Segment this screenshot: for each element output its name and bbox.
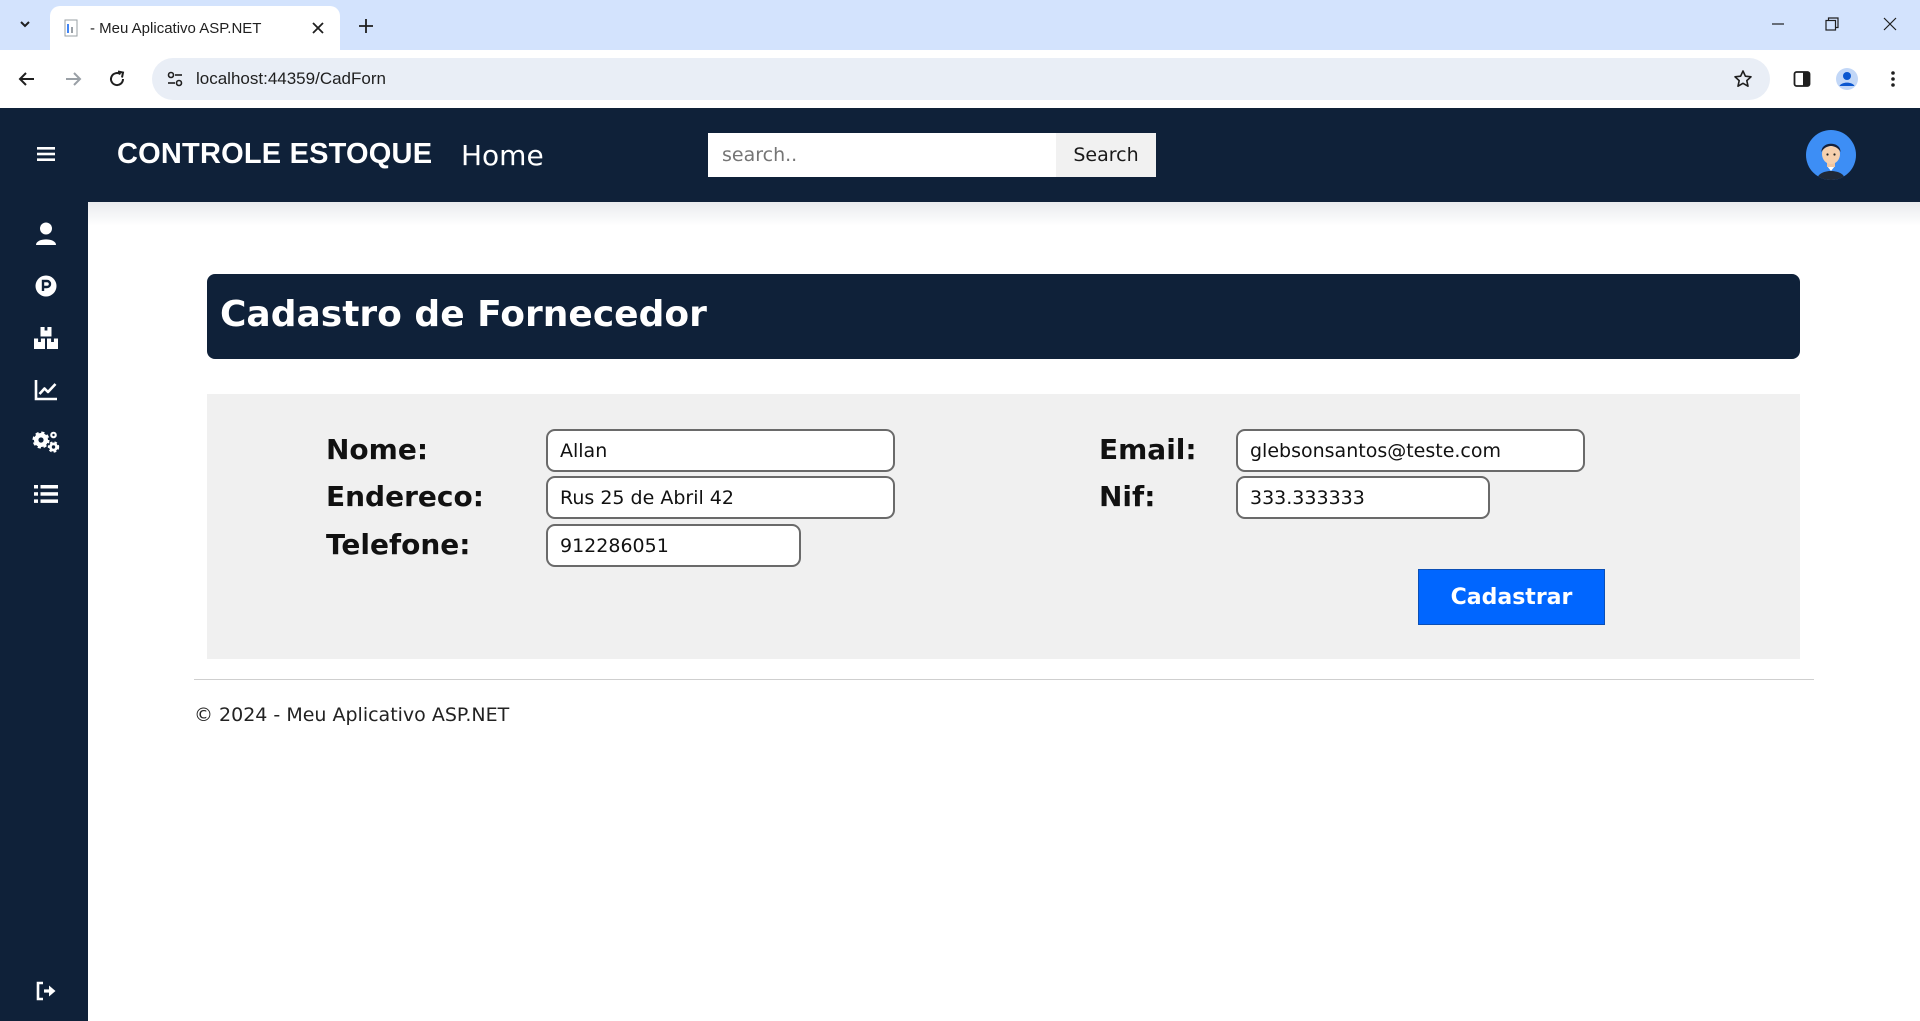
home-link[interactable]: Home bbox=[461, 139, 544, 172]
telefone-input[interactable] bbox=[546, 524, 801, 567]
page-favicon-icon bbox=[62, 19, 80, 37]
avatar[interactable] bbox=[1806, 130, 1856, 180]
url-text[interactable]: localhost:44359/CadForn bbox=[196, 69, 386, 89]
sign-out-icon[interactable] bbox=[28, 973, 64, 1009]
app-header: CONTROLE ESTOQUE Home Search bbox=[88, 108, 1920, 202]
search-button[interactable]: Search bbox=[1056, 133, 1156, 177]
minimize-window-button[interactable] bbox=[1756, 8, 1800, 40]
close-window-button[interactable] bbox=[1868, 8, 1912, 40]
sidebar bbox=[0, 108, 88, 1021]
browser-toolbar: localhost:44359/CadForn bbox=[0, 50, 1920, 108]
nome-input[interactable] bbox=[546, 429, 895, 472]
side-panel-icon[interactable] bbox=[1787, 64, 1817, 94]
user-icon[interactable] bbox=[28, 216, 64, 252]
supplier-form: Nome: Endereco: Telefone: Email: Nif: Ca… bbox=[207, 394, 1800, 659]
profile-icon[interactable] bbox=[1832, 64, 1862, 94]
forward-button[interactable] bbox=[58, 64, 88, 94]
brand-title[interactable]: CONTROLE ESTOQUE bbox=[117, 138, 432, 171]
site-info-icon[interactable] bbox=[160, 64, 190, 94]
footer-text: © 2024 - Meu Aplicativo ASP.NET bbox=[194, 704, 510, 726]
boxes-icon[interactable] bbox=[28, 320, 64, 356]
nif-label: Nif: bbox=[1099, 480, 1156, 513]
cogs-icon[interactable] bbox=[28, 424, 64, 460]
reload-button[interactable] bbox=[102, 64, 132, 94]
chevron-down-icon bbox=[18, 16, 32, 35]
email-label: Email: bbox=[1099, 433, 1197, 466]
nif-input[interactable] bbox=[1236, 476, 1490, 519]
parking-icon[interactable] bbox=[28, 268, 64, 304]
tab-title: - Meu Aplicativo ASP.NET bbox=[90, 19, 262, 37]
page-title: Cadastro de Fornecedor bbox=[220, 294, 707, 335]
new-tab-button[interactable] bbox=[352, 12, 380, 40]
bookmark-star-icon[interactable] bbox=[1730, 66, 1756, 92]
address-bar[interactable]: localhost:44359/CadForn bbox=[152, 58, 1770, 100]
telefone-label: Telefone: bbox=[326, 528, 471, 561]
page-header: Cadastro de Fornecedor bbox=[207, 274, 1800, 359]
endereco-input[interactable] bbox=[546, 476, 895, 519]
cadastrar-button[interactable]: Cadastrar bbox=[1418, 569, 1605, 625]
browser-menu-icon[interactable] bbox=[1878, 64, 1908, 94]
app-root: CONTROLE ESTOQUE Home Search Cadastro de… bbox=[0, 108, 1920, 1021]
search-input[interactable] bbox=[708, 133, 1056, 177]
list-icon[interactable] bbox=[28, 476, 64, 512]
restore-window-button[interactable] bbox=[1810, 8, 1854, 40]
browser-tab[interactable]: - Meu Aplicativo ASP.NET bbox=[50, 6, 340, 50]
nome-label: Nome: bbox=[326, 433, 429, 466]
chart-line-icon[interactable] bbox=[28, 372, 64, 408]
browser-tabstrip: - Meu Aplicativo ASP.NET bbox=[0, 0, 1920, 50]
endereco-label: Endereco: bbox=[326, 480, 484, 513]
tab-search-button[interactable] bbox=[8, 10, 42, 40]
email-input[interactable] bbox=[1236, 429, 1585, 472]
close-tab-icon[interactable] bbox=[308, 18, 328, 38]
menu-icon[interactable] bbox=[28, 136, 64, 172]
footer-divider bbox=[194, 679, 1814, 680]
back-button[interactable] bbox=[12, 64, 42, 94]
header-shadow bbox=[88, 202, 1920, 226]
